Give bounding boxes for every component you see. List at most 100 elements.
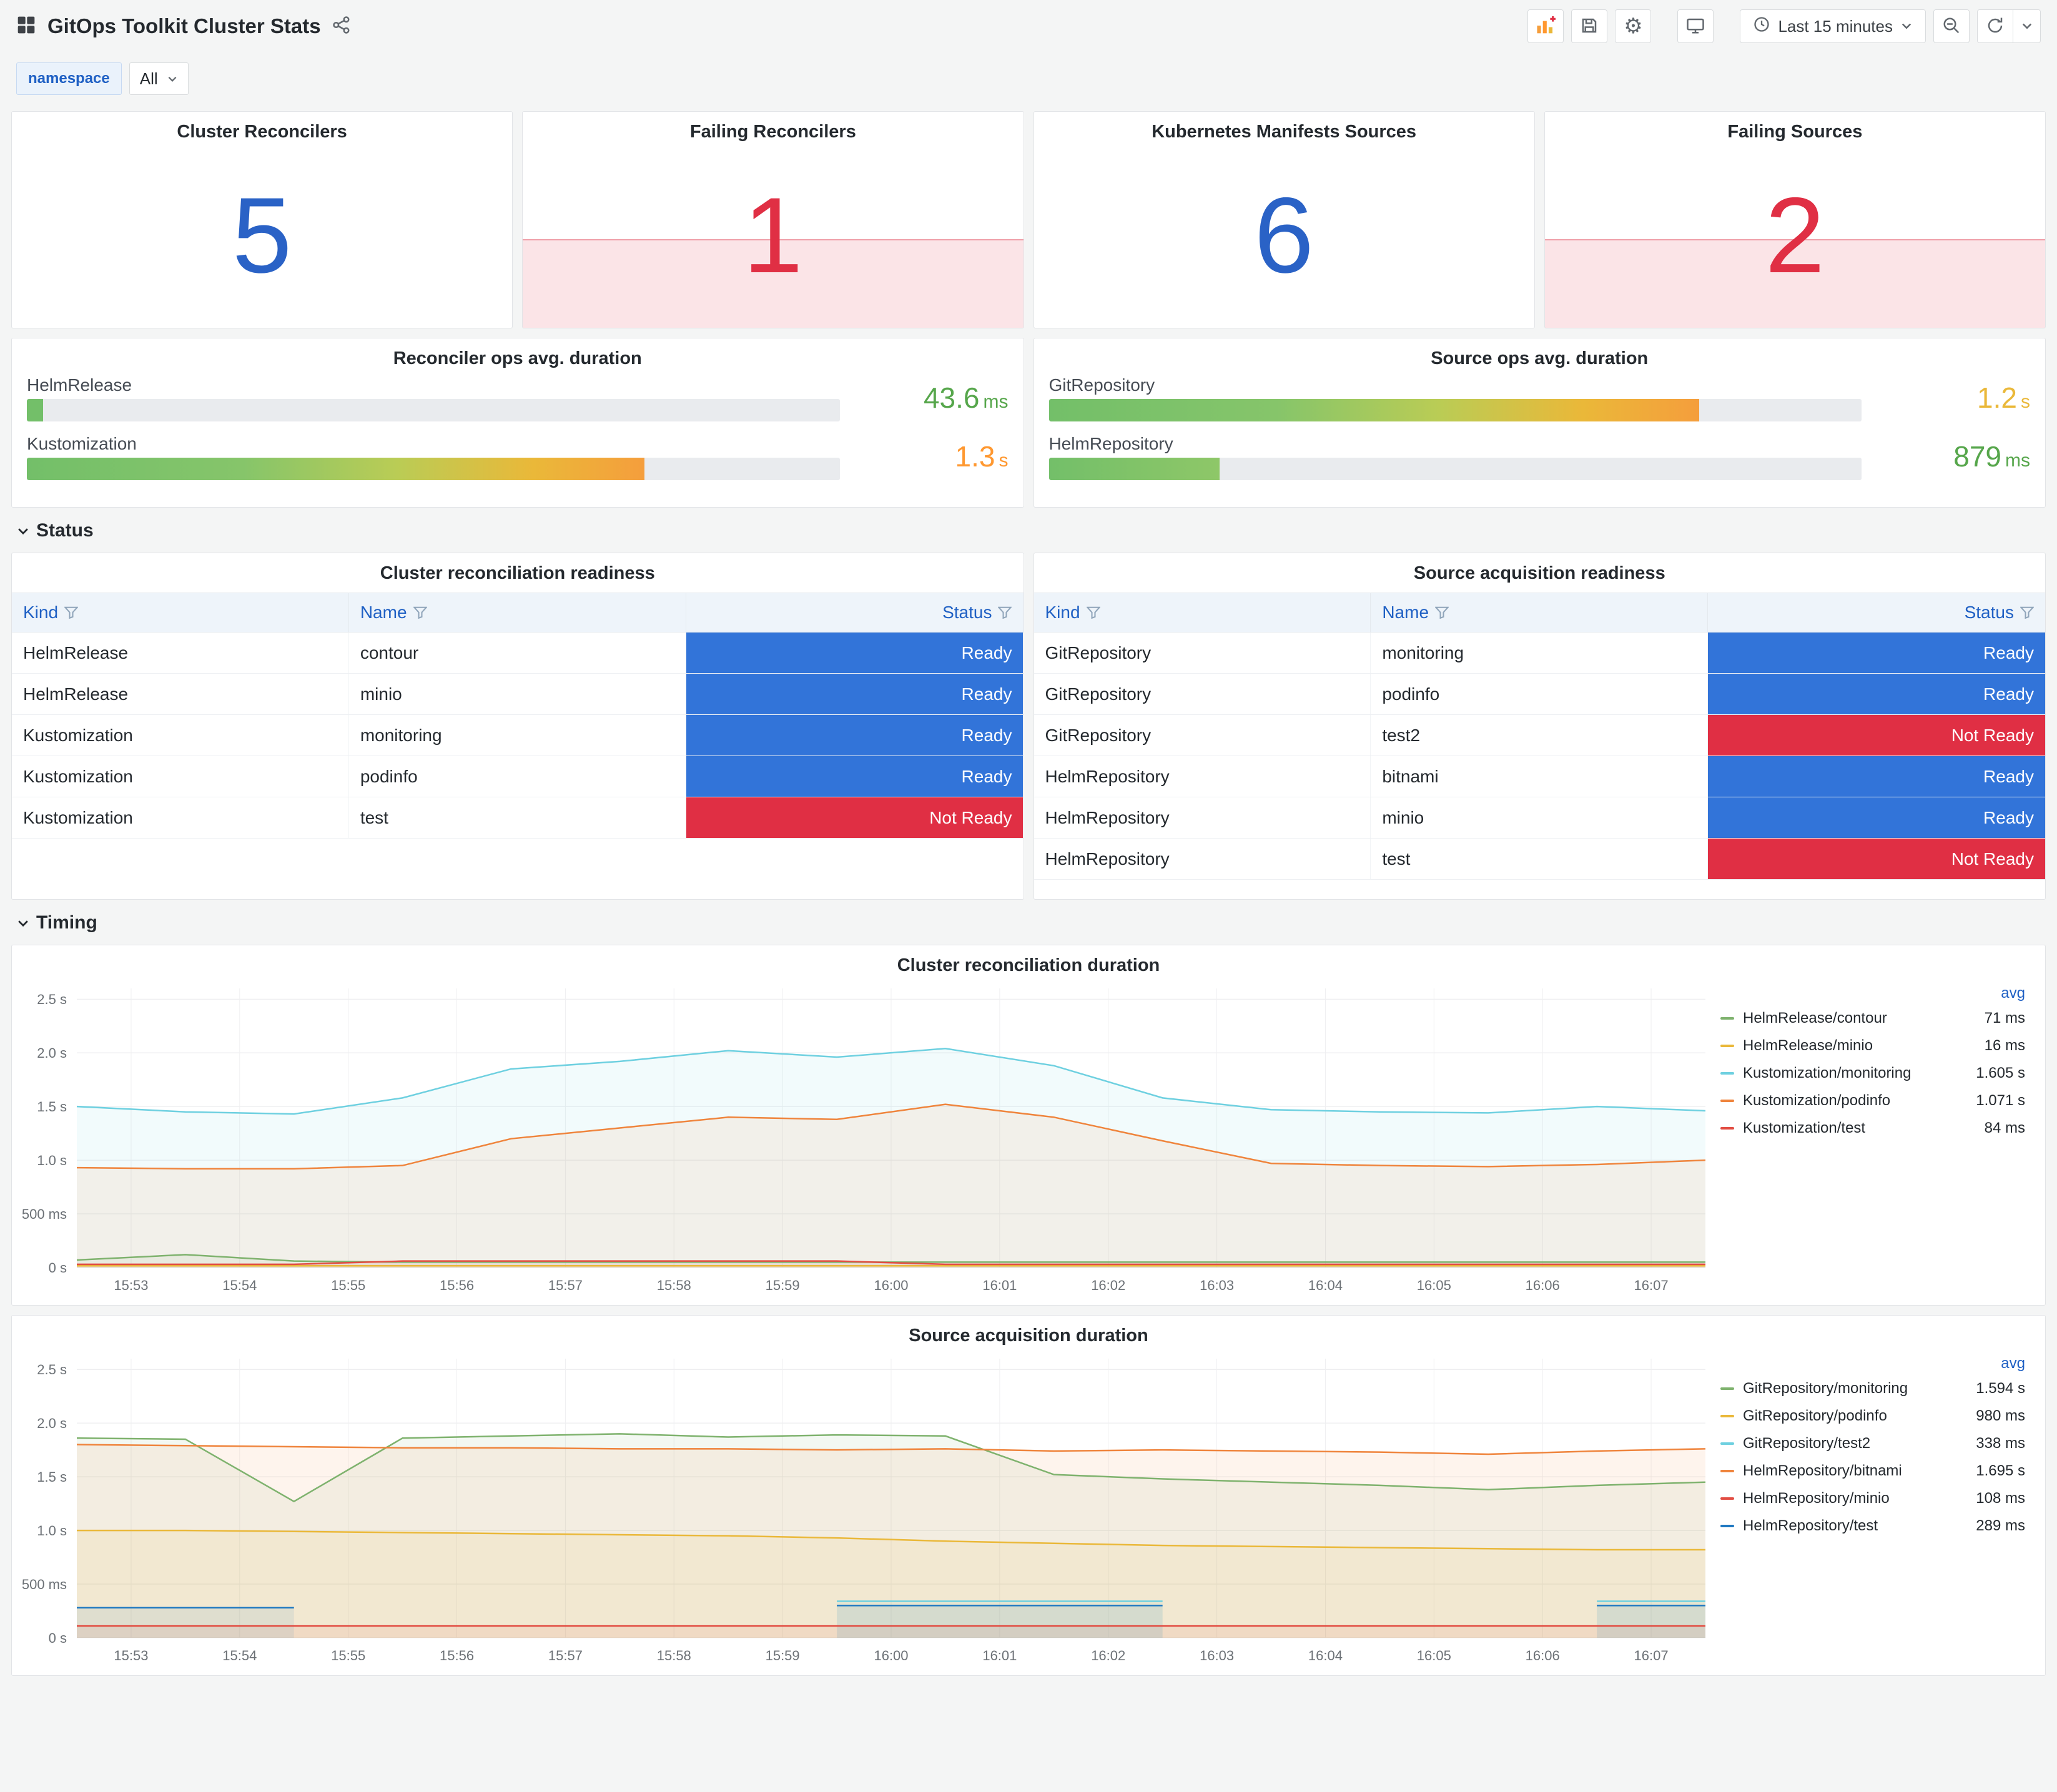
variables-row: namespace All [16,62,2041,95]
chevron-down-icon [1900,17,1913,36]
column-header-status[interactable]: Status [686,593,1024,632]
table-cell: minio [349,674,686,714]
time-range-picker[interactable]: Last 15 minutes [1740,9,1926,43]
series-name: Kustomization/test [1743,1120,1866,1136]
cycle-view-button[interactable] [1677,9,1714,43]
refresh-interval-button[interactable] [2013,9,2041,43]
series-name: Kustomization/podinfo [1743,1092,1891,1109]
refresh-button[interactable] [1977,9,2013,43]
column-header-kind[interactable]: Kind [1034,593,1371,632]
table-cell: HelmRelease [12,674,349,714]
stat-value: 5 [232,175,292,295]
filter-icon[interactable] [413,606,427,619]
svg-text:15:55: 15:55 [331,1648,365,1663]
legend-avg-header[interactable]: avg [2001,985,2025,1002]
add-panel-button[interactable] [1527,9,1564,43]
table-header: Kind Name Status [1033,593,2045,633]
svg-text:2.0 s: 2.0 s [37,1415,67,1431]
status-badge: Ready [1708,674,2045,714]
filter-icon[interactable] [2020,606,2034,619]
series-name: GitRepository/test2 [1743,1435,1871,1452]
zoom-out-button[interactable] [1933,9,1970,43]
series-avg-value: 1.071 s [1976,1092,2025,1109]
legend-item[interactable]: Kustomization/test 84 ms [1720,1115,2025,1142]
filter-icon[interactable] [998,606,1012,619]
variable-namespace-select[interactable]: All [129,62,189,95]
svg-text:15:53: 15:53 [114,1648,148,1663]
row-status[interactable]: Status [16,520,2041,541]
legend-item[interactable]: GitRepository/monitoring 1.594 s [1720,1375,2025,1402]
series-color-swatch [1720,1387,1734,1390]
table-row: GitRepository podinfo Ready [1033,674,2045,715]
svg-text:2.5 s: 2.5 s [37,992,67,1007]
variable-namespace-label[interactable]: namespace [16,62,122,95]
series-color-swatch [1720,1100,1734,1102]
svg-text:2.0 s: 2.0 s [37,1045,67,1061]
panel-title: Kubernetes Manifests Sources [1152,122,1417,142]
bar-gauge [27,458,840,480]
svg-text:1.0 s: 1.0 s [37,1153,67,1168]
table-header: Kind Name Status [12,593,1024,633]
column-header-name[interactable]: Name [349,593,686,632]
series-avg-value: 289 ms [1976,1517,2025,1534]
svg-text:15:53: 15:53 [114,1278,148,1293]
series-name: HelmRepository/bitnami [1743,1462,1902,1479]
status-badge: Not Ready [1708,715,2045,756]
status-badge: Ready [1708,633,2045,673]
series-avg-value: 71 ms [1984,1010,2025,1026]
share-icon[interactable] [332,16,351,37]
panel-title: Source acquisition readiness [1413,563,1665,583]
column-header-kind[interactable]: Kind [12,593,349,632]
stat-value: 6 [1254,175,1314,295]
legend-item[interactable]: Kustomization/podinfo 1.071 s [1720,1087,2025,1115]
series-color-swatch [1720,1017,1734,1020]
time-series-plot[interactable]: 0 s 500 ms 1.0 s 1.5 s 2.0 s 2.5 s 15:53 15:54 1… [12,978,1715,1300]
zoom-out-icon [1942,16,1961,37]
status-badge: Not Ready [686,797,1024,838]
column-header-status[interactable]: Status [1708,593,2045,632]
legend-item[interactable]: HelmRelease/contour 71 ms [1720,1005,2025,1032]
table-cell: HelmRelease [12,633,349,673]
status-badge: Ready [686,756,1024,797]
legend-item[interactable]: HelmRepository/bitnami 1.695 s [1720,1457,2025,1485]
filter-icon[interactable] [1086,606,1100,619]
series-name: HelmRelease/minio [1743,1037,1873,1054]
legend-item[interactable]: HelmRelease/minio 16 ms [1720,1032,2025,1060]
svg-text:1.5 s: 1.5 s [37,1469,67,1485]
legend-item[interactable]: GitRepository/test2 338 ms [1720,1430,2025,1457]
svg-text:15:56: 15:56 [440,1648,474,1663]
svg-text:16:06: 16:06 [1526,1278,1560,1293]
chevron-down-icon [16,916,30,930]
legend-item[interactable]: HelmRepository/minio 108 ms [1720,1485,2025,1512]
gauge-value: 1.2 s [1977,382,2030,414]
legend-item[interactable]: HelmRepository/test 289 ms [1720,1512,2025,1540]
dashboard-settings-button[interactable]: ⚙ [1615,9,1652,43]
stat-value: 1 [743,175,803,295]
table-row: HelmRepository minio Ready [1033,797,2045,839]
legend-item[interactable]: Kustomization/monitoring 1.605 s [1720,1060,2025,1087]
legend-item[interactable]: GitRepository/podinfo 980 ms [1720,1402,2025,1430]
save-icon [1580,16,1599,37]
time-series-plot[interactable]: 0 s 500 ms 1.0 s 1.5 s 2.0 s 2.5 s 15:53 15:54 1… [12,1349,1715,1670]
panel-title: Cluster Reconcilers [177,122,347,142]
save-dashboard-button[interactable] [1571,9,1608,43]
bar-gauge [1048,458,1862,480]
legend-avg-header[interactable]: avg [2001,1355,2025,1372]
column-header-name[interactable]: Name [1371,593,1709,632]
table-row: Kustomization test Not Ready [12,797,1024,839]
filter-icon[interactable] [1435,606,1449,619]
svg-text:16:04: 16:04 [1308,1648,1343,1663]
series-color-swatch [1720,1470,1734,1472]
variable-namespace-value: All [139,69,158,88]
svg-text:16:05: 16:05 [1417,1648,1451,1663]
svg-text:16:00: 16:00 [874,1648,908,1663]
filter-icon[interactable] [64,606,79,619]
row-timing[interactable]: Timing [16,912,2041,933]
svg-text:16:02: 16:02 [1091,1278,1125,1293]
svg-text:16:01: 16:01 [982,1648,1017,1663]
status-badge: Ready [1708,756,2045,797]
bar-gauge-row: HelmRelease 43.6 ms [27,374,1009,421]
svg-text:0 s: 0 s [49,1260,67,1276]
svg-text:15:54: 15:54 [222,1278,257,1293]
series-color-swatch [1720,1525,1734,1527]
